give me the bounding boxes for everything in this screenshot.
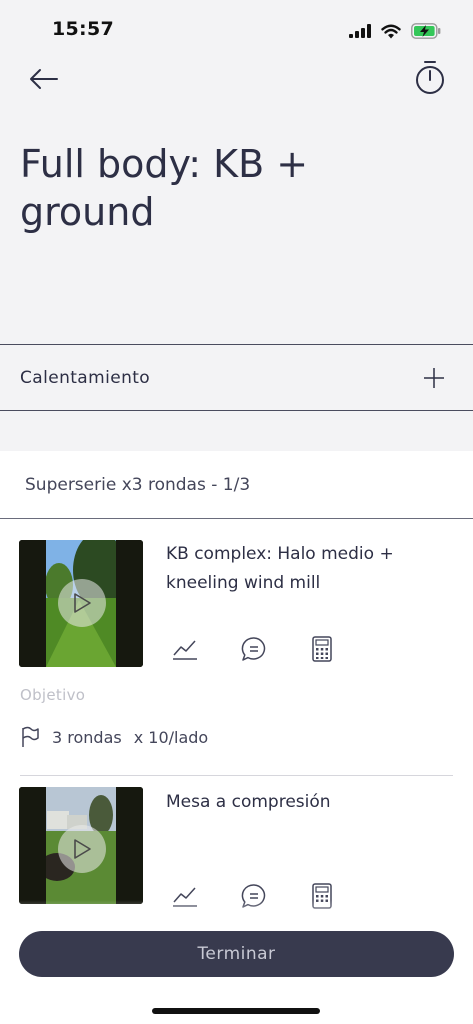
play-button[interactable]: [58, 579, 106, 627]
exercise-video-thumbnail[interactable]: [19, 540, 143, 667]
calculator-button[interactable]: [308, 635, 336, 663]
exercise-name[interactable]: Mesa a compresión: [166, 788, 436, 817]
comments-button[interactable]: [240, 635, 268, 663]
play-button[interactable]: [58, 825, 106, 873]
reps-text: x 10/lado: [133, 727, 209, 747]
page-title: Full body: KB + ground: [20, 142, 309, 234]
calculator-icon: [312, 636, 332, 662]
exercise-name[interactable]: KB complex: Halo medio + kneeling wind m…: [166, 540, 436, 598]
plus-icon[interactable]: [423, 367, 445, 389]
divider: [0, 518, 473, 519]
play-icon: [74, 593, 91, 613]
chat-bubble-icon: [241, 637, 266, 661]
timer-button[interactable]: [410, 58, 450, 98]
finish-button[interactable]: Terminar: [19, 931, 454, 977]
back-button[interactable]: [24, 60, 64, 100]
home-indicator[interactable]: [152, 1008, 320, 1014]
signal-icon: [349, 24, 371, 38]
status-icons: [349, 20, 441, 42]
rounds-row: 3 rondas x 10/lado: [20, 726, 208, 748]
status-time: 15:57: [52, 18, 114, 40]
rounds-text: 3 rondas: [52, 727, 122, 747]
trend-chart-icon: [173, 640, 197, 660]
play-icon: [74, 839, 91, 859]
flag-icon: [22, 726, 39, 747]
objective-label: Objetivo: [20, 686, 86, 704]
arrow-left-icon: [30, 69, 58, 89]
exercise-video-thumbnail[interactable]: [19, 787, 143, 904]
divider: [20, 775, 453, 776]
superserie-label: Superserie x3 rondas - 1/3: [25, 475, 251, 495]
battery-charging-icon: [411, 23, 441, 39]
warmup-section[interactable]: Calentamiento: [0, 344, 473, 411]
stopwatch-icon: [416, 61, 444, 94]
wifi-icon: [381, 24, 401, 38]
warmup-label: Calentamiento: [20, 367, 151, 388]
progress-chart-button[interactable]: [171, 635, 199, 663]
